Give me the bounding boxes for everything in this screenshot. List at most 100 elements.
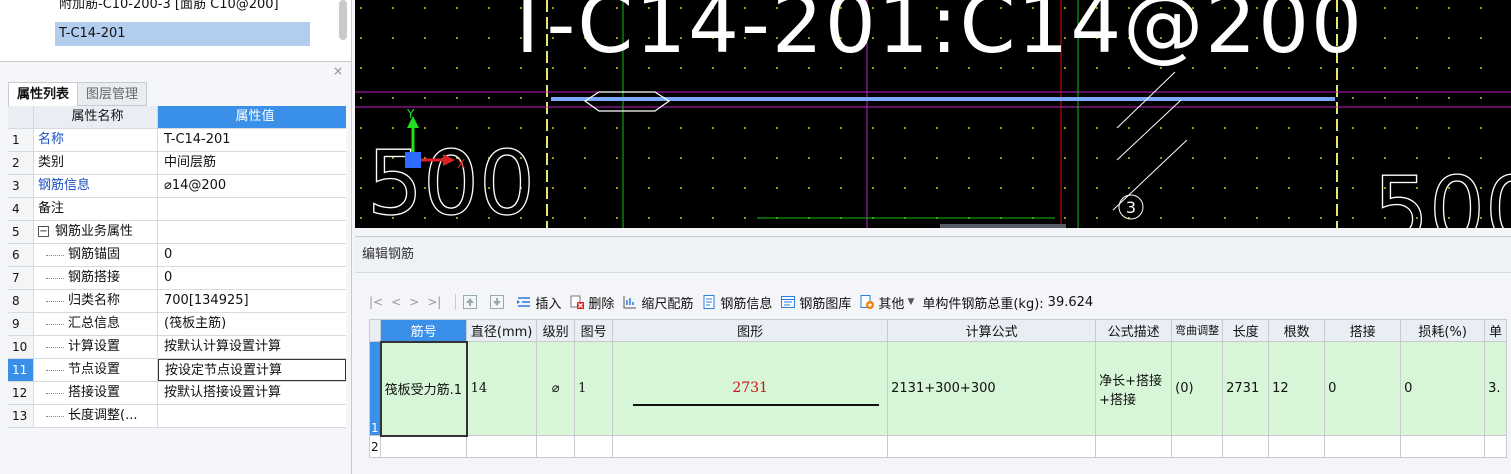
cell-lap[interactable]: [1324, 435, 1402, 458]
cell-unit-weight[interactable]: [1484, 435, 1508, 458]
property-row-lap[interactable]: 7 钢筋搭接 0: [8, 267, 346, 290]
tab-layer-management[interactable]: 图层管理: [78, 82, 148, 106]
delete-button[interactable]: 删除: [569, 293, 614, 312]
cell-figure-no[interactable]: [574, 435, 614, 458]
property-value[interactable]: 按默认计算设置计算: [158, 336, 346, 358]
cell-formula-desc[interactable]: [1095, 435, 1173, 458]
col-formula-desc[interactable]: 公式描述: [1095, 319, 1173, 342]
property-value[interactable]: [158, 198, 346, 220]
cell-bend-adjust[interactable]: (0): [1171, 341, 1224, 436]
property-row-category-name[interactable]: 8 归类名称 700[134925]: [8, 290, 346, 313]
cell-formula[interactable]: [887, 435, 1097, 458]
property-row-remark[interactable]: 4 备注: [8, 198, 346, 221]
property-value[interactable]: 700[134925]: [158, 290, 346, 312]
rebar-table: 筋号 直径(mm) 级别 图号 图形 计算公式 公式描述 弯曲调整 长度 根数 …: [368, 319, 1508, 458]
cell-diameter[interactable]: [466, 435, 538, 458]
cell-bar-name[interactable]: [380, 435, 468, 458]
property-row-anchorage[interactable]: 6 钢筋锚固 0: [8, 244, 346, 267]
cell-loss[interactable]: 0: [1400, 341, 1486, 436]
cell-bar-name[interactable]: 筏板受力筋.1: [379, 340, 468, 437]
component-tree: 附加筋-C10-200-3 [面筋 C10@200] T-C14-201: [0, 0, 352, 62]
property-name: 长度调整(...: [34, 405, 158, 427]
col-count[interactable]: 根数: [1268, 319, 1326, 342]
row-number[interactable]: 2: [368, 435, 382, 458]
property-row-lap-setting[interactable]: 12 搭接设置 按默认搭接设置计算: [8, 382, 346, 405]
property-value[interactable]: 0: [158, 267, 346, 289]
property-row-calc-setting[interactable]: 10 计算设置 按默认计算设置计算: [8, 336, 346, 359]
col-shape[interactable]: 图形: [612, 319, 889, 342]
close-icon[interactable]: ×: [333, 64, 343, 78]
tree-item-t-c14-201[interactable]: T-C14-201: [55, 22, 310, 46]
cell-length[interactable]: [1222, 435, 1270, 458]
cell-lap[interactable]: 0: [1324, 341, 1402, 436]
move-down-button[interactable]: [489, 294, 508, 310]
cell-length[interactable]: 2731: [1222, 341, 1270, 436]
cell-shape[interactable]: [612, 435, 889, 458]
nav-next-button[interactable]: >: [409, 295, 419, 309]
nav-prev-button[interactable]: <: [391, 295, 401, 309]
property-row-length-adjust[interactable]: 13 长度调整(...: [8, 405, 346, 428]
cell-figure-no[interactable]: 1: [574, 341, 614, 436]
canvas-splitter-handle[interactable]: [940, 224, 1066, 228]
cell-grade[interactable]: ⌀: [536, 341, 576, 436]
cell-bend-adjust[interactable]: [1171, 435, 1224, 458]
nav-last-button[interactable]: >|: [427, 295, 441, 309]
table-row[interactable]: 2: [368, 435, 1508, 458]
rebar-library-button[interactable]: 钢筋图库: [780, 293, 851, 312]
col-loss[interactable]: 损耗(%): [1400, 319, 1486, 342]
col-grade[interactable]: 级别: [536, 319, 576, 342]
collapse-icon[interactable]: −: [38, 226, 49, 237]
property-row-name[interactable]: 1 名称 T-C14-201: [8, 129, 346, 152]
property-row-summary[interactable]: 9 汇总信息 (筏板主筋): [8, 313, 346, 336]
rebar-info-button[interactable]: 钢筋信息: [701, 293, 772, 312]
property-row-node-setting[interactable]: 11 节点设置 按设定节点设置计算: [8, 359, 346, 382]
col-bend-adjust[interactable]: 弯曲调整: [1171, 319, 1224, 342]
col-length[interactable]: 长度: [1222, 319, 1270, 342]
property-value[interactable]: 按默认搭接设置计算: [158, 382, 346, 404]
col-unit-weight[interactable]: 单: [1484, 319, 1508, 342]
property-value[interactable]: 0: [158, 244, 346, 266]
col-bar-name[interactable]: 筋号: [380, 319, 468, 342]
col-figure-no[interactable]: 图号: [574, 319, 614, 342]
cell-shape[interactable]: 2731: [612, 341, 889, 436]
cell-count[interactable]: [1268, 435, 1326, 458]
property-row-business-group[interactable]: 5 − 钢筋业务属性: [8, 221, 346, 244]
cad-canvas[interactable]: 3 500 500 Y X T-C14-201:C14@200: [355, 0, 1511, 228]
property-value[interactable]: (筏板主筋): [158, 313, 346, 335]
tab-property-list[interactable]: 属性列表: [8, 82, 79, 106]
cell-diameter[interactable]: 14: [466, 341, 538, 436]
other-menu-button[interactable]: 其他 ▼: [859, 293, 914, 312]
delete-label: 删除: [588, 296, 615, 312]
document-icon: [703, 295, 715, 309]
shape-bar-line: [633, 404, 880, 406]
col-lap[interactable]: 搭接: [1324, 319, 1402, 342]
property-value[interactable]: T-C14-201: [158, 129, 346, 151]
cell-formula[interactable]: 2131+300+300: [887, 341, 1097, 436]
col-diameter[interactable]: 直径(mm): [466, 319, 538, 342]
cell-grade[interactable]: [536, 435, 576, 458]
property-value[interactable]: 中间层筋: [158, 152, 346, 174]
property-name: 搭接设置: [34, 382, 158, 404]
tree-item-fujiajin[interactable]: 附加筋-C10-200-3 [面筋 C10@200]: [55, 0, 310, 17]
row-number[interactable]: 1: [368, 341, 382, 436]
cell-formula-desc[interactable]: 净长+搭接+搭接: [1095, 341, 1173, 436]
col-formula[interactable]: 计算公式: [887, 319, 1097, 342]
cell-count[interactable]: 12: [1268, 341, 1326, 436]
cell-unit-weight[interactable]: 3.: [1484, 341, 1508, 436]
nav-first-button[interactable]: |<: [369, 295, 383, 309]
table-row[interactable]: 1 筏板受力筋.1 14 ⌀ 1 2731 2131+300+300 净长+搭接…: [368, 340, 1508, 437]
property-name: 汇总信息: [34, 313, 158, 335]
property-row-category[interactable]: 2 类别 中间层筋: [8, 152, 346, 175]
row-number: 13: [8, 405, 34, 427]
tree-scrollbar[interactable]: [339, 0, 347, 40]
scale-rebar-button[interactable]: 缩尺配筋: [622, 293, 693, 312]
property-value[interactable]: [158, 405, 346, 427]
move-up-button[interactable]: [462, 294, 481, 310]
property-value[interactable]: ⌀14@200: [158, 175, 346, 197]
property-value[interactable]: 按设定节点设置计算: [158, 359, 346, 381]
cell-loss[interactable]: [1400, 435, 1486, 458]
row-number: 1: [8, 129, 34, 151]
property-row-rebar-info[interactable]: 3 钢筋信息 ⌀14@200: [8, 175, 346, 198]
table-header-row: 筋号 直径(mm) 级别 图号 图形 计算公式 公式描述 弯曲调整 长度 根数 …: [368, 319, 1508, 342]
insert-button[interactable]: 插入: [516, 293, 561, 312]
